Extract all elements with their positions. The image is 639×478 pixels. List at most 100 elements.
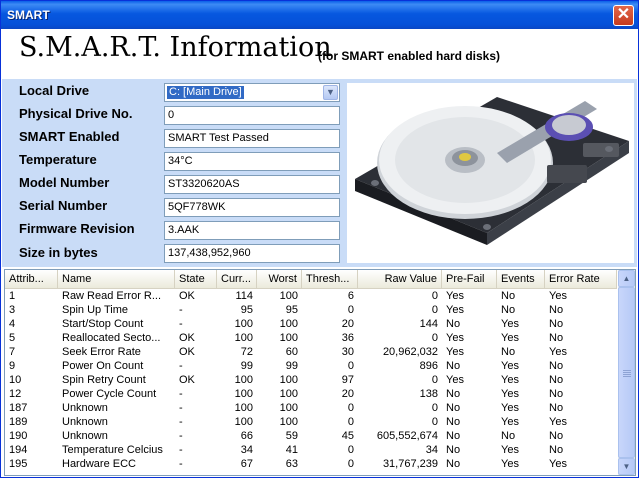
events-cell: Yes [501,332,519,344]
threshold-cell: 20 [341,318,354,330]
current-cell: 100 [234,318,253,330]
page-subtitle: (for SMART enabled hard disks) [318,49,501,63]
attribute-cell: 9 [9,360,16,372]
pre-fail-cell: Yes [446,304,464,316]
threshold-cell: 45 [341,430,354,442]
current-cell: 100 [234,416,253,428]
events-cell: Yes [501,402,519,414]
column-header-attribute[interactable]: Attrib... [5,270,58,288]
raw-value-cell: 0 [431,290,438,302]
firmware-revision-field[interactable]: 3.AAK [164,221,340,240]
attribute-cell: 194 [9,444,28,456]
current-cell: 95 [240,304,253,316]
size-field[interactable]: 137,438,952,960 [164,244,340,263]
physical-drive-label: Physical Drive No. [19,106,133,121]
column-header-error-rate[interactable]: Error Rate [545,270,617,288]
state-cell: - [179,430,183,442]
column-header-events[interactable]: Events [497,270,545,288]
column-header-pre-fail[interactable]: Pre-Fail [442,270,497,288]
error-rate-cell: No [549,374,564,386]
worst-cell: 100 [279,332,298,344]
column-header-worst[interactable]: Worst [257,270,302,288]
worst-cell: 59 [285,430,298,442]
column-header-raw-value[interactable]: Raw Value [358,270,442,288]
threshold-cell: 0 [347,402,354,414]
error-rate-cell: Yes [549,416,567,428]
close-button[interactable]: ✕ [613,5,634,26]
current-cell: 66 [240,430,253,442]
scroll-up-button[interactable]: ▲ [618,270,635,287]
scroll-thumb[interactable] [618,287,635,458]
table-row[interactable]: 7 Seek Error Rate OK 72 60 30 20,962,032 Yes No Y… [5,345,617,359]
worst-cell: 100 [279,388,298,400]
arrow-down-icon: ▼ [622,462,631,471]
current-cell: 114 [235,290,253,302]
name-cell: Spin Up Time [62,304,129,316]
raw-value-cell: 144 [419,318,438,330]
smart-enabled-field[interactable]: SMART Test Passed [164,129,340,148]
smart-enabled-label: SMART Enabled [19,129,120,144]
chevron-down-icon[interactable]: ▼ [323,85,338,100]
pre-fail-cell: No [446,402,461,414]
table-row[interactable]: 189 Unknown - 100 100 0 0 No Yes Yes [5,415,617,429]
events-cell: Yes [501,416,519,428]
size-label: Size in bytes [19,245,98,260]
name-cell: Raw Read Error R... [62,290,162,302]
state-cell: - [179,444,183,456]
attribute-cell: 10 [9,374,22,386]
temperature-field[interactable]: 34°C [164,152,340,171]
serial-number-label: Serial Number [19,198,108,213]
table-row[interactable]: 187 Unknown - 100 100 0 0 No Yes No [5,401,617,415]
table-row[interactable]: 4 Start/Stop Count - 100 100 20 144 No Yes No [5,317,617,331]
error-rate-cell: No [549,360,564,372]
table-row[interactable]: 12 Power Cycle Count - 100 100 20 138 No Yes No [5,387,617,401]
table-row[interactable]: 1 Raw Read Error R... OK 114 100 6 0 Yes No Yes [5,289,617,303]
error-rate-cell: Yes [549,458,567,470]
table-row[interactable]: 10 Spin Retry Count OK 100 100 97 0 Yes Yes No [5,373,617,387]
state-cell: - [179,318,183,330]
attribute-cell: 3 [9,304,16,316]
local-drive-select[interactable]: C: [Main Drive] ▼ [164,83,340,102]
table-row[interactable]: 195 Hardware ECC - 67 63 0 31,767,239 No Yes Yes [5,457,617,471]
pre-fail-cell: No [446,416,461,428]
events-cell: Yes [501,444,519,456]
column-header-state[interactable]: State [175,270,217,288]
attribute-cell: 195 [9,458,28,470]
current-cell: 67 [240,458,253,470]
serial-number-field[interactable]: 5QF778WK [164,198,340,217]
table-row[interactable]: 190 Unknown - 66 59 45 605,552,674 No No No [5,429,617,443]
threshold-cell: 0 [347,304,354,316]
state-cell: OK [179,290,195,302]
table-row[interactable]: 194 Temperature Celcius - 34 41 0 34 No Yes No [5,443,617,457]
threshold-cell: 97 [341,374,354,386]
scroll-down-button[interactable]: ▼ [618,458,635,475]
column-header-name[interactable]: Name [58,270,175,288]
physical-drive-field[interactable]: 0 [164,106,340,125]
table-row[interactable]: 3 Spin Up Time - 95 95 0 0 Yes No No [5,303,617,317]
name-cell: Reallocated Secto... [62,332,161,344]
raw-value-cell: 34 [425,444,438,456]
column-header-current[interactable]: Curr... [217,270,257,288]
raw-value-cell: 0 [431,374,438,386]
local-drive-value: C: [Main Drive] [167,86,244,99]
model-number-label: Model Number [19,175,110,190]
table-row[interactable]: 5 Reallocated Secto... OK 100 100 36 0 Yes Yes No [5,331,617,345]
pre-fail-cell: No [446,458,461,470]
smart-attributes-table: Attrib... Name State Curr... Worst Thres… [4,269,636,476]
raw-value-cell: 0 [431,332,438,344]
name-cell: Unknown [62,402,108,414]
attribute-cell: 12 [9,388,22,400]
model-number-field[interactable]: ST3320620AS [164,175,340,194]
error-rate-cell: No [549,304,564,316]
raw-value-cell: 605,552,674 [376,430,438,442]
name-cell: Start/Stop Count [62,318,144,330]
vertical-scrollbar[interactable]: ▲ ▼ [618,270,635,475]
table-row[interactable]: 9 Power On Count - 99 99 0 896 No Yes No [5,359,617,373]
attribute-cell: 190 [9,430,28,442]
current-cell: 100 [234,402,253,414]
column-header-threshold[interactable]: Thresh... [302,270,358,288]
worst-cell: 100 [279,318,298,330]
state-cell: OK [179,346,195,358]
drive-info-panel: Local Drive C: [Main Drive] ▼ Physical D… [2,79,637,267]
title-bar[interactable]: SMART ✕ [1,1,638,29]
